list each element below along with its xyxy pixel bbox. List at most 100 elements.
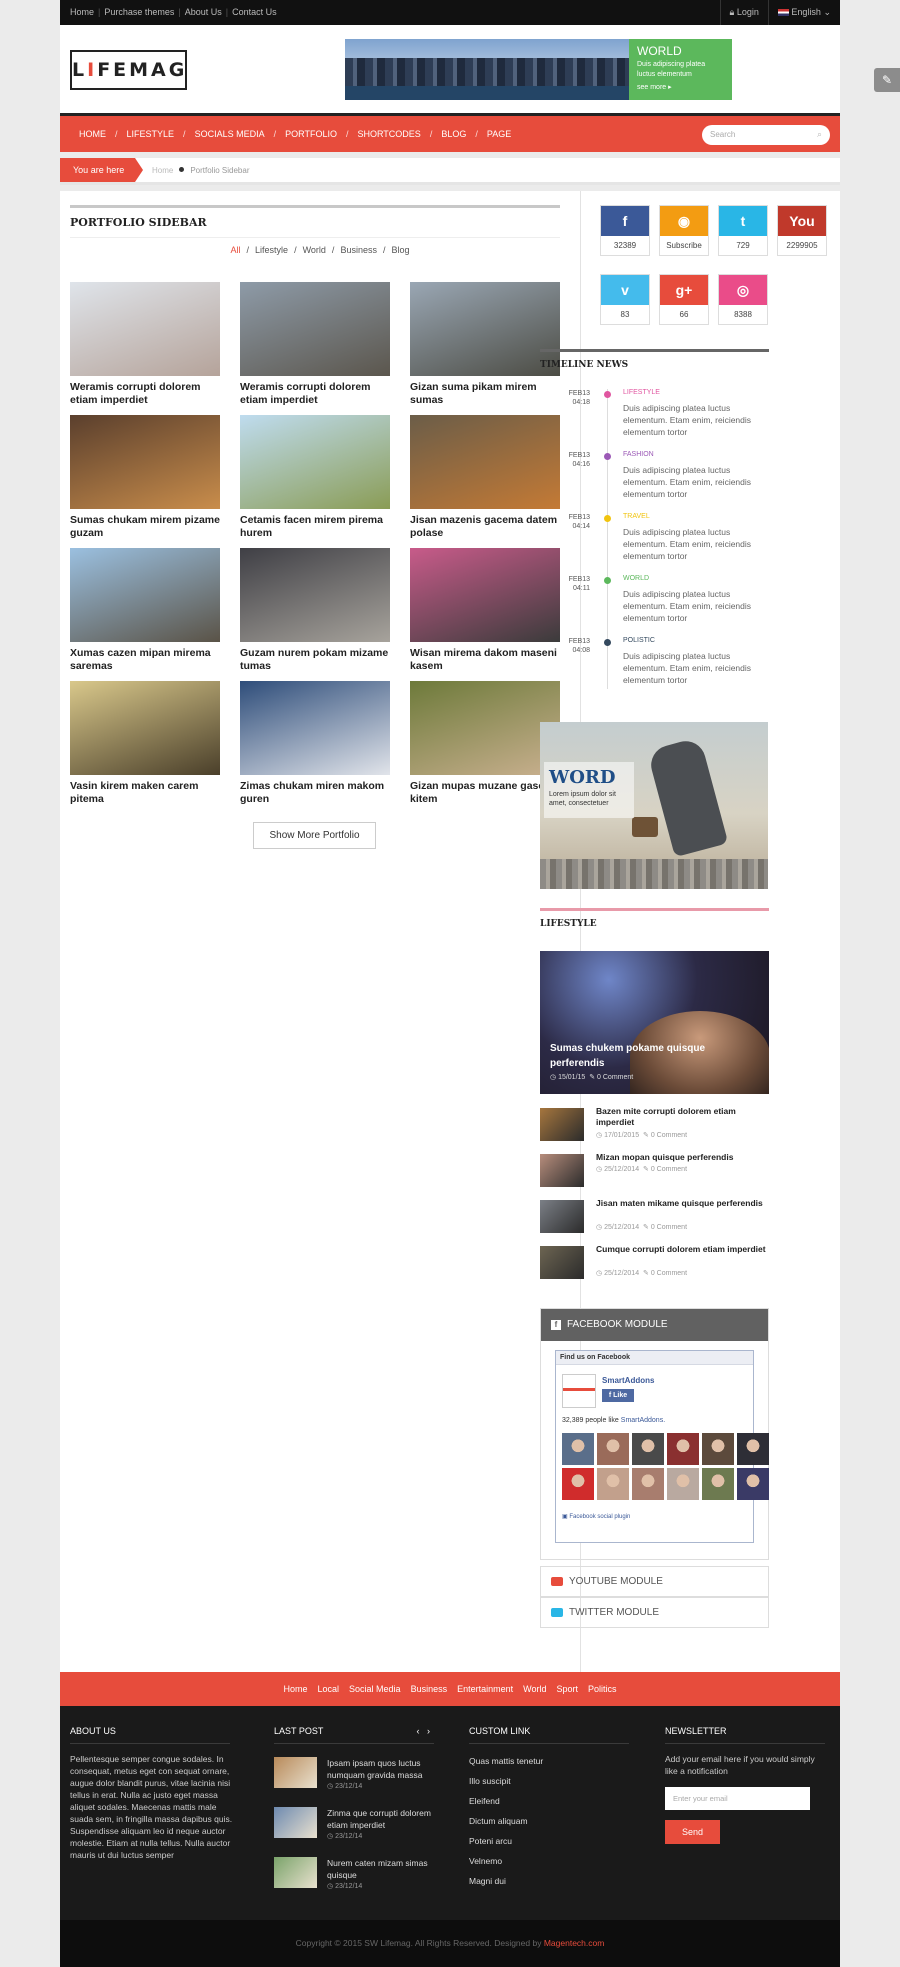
portfolio-filter[interactable]: All xyxy=(231,245,241,255)
timeline-item[interactable]: FEB13 04:11 WORLD Duis adipiscing platea lu… xyxy=(540,575,769,637)
top-link[interactable]: Purchase themes xyxy=(104,7,174,17)
portfolio-filter[interactable]: Lifestyle xyxy=(255,245,288,255)
nav-item[interactable]: LIFESTYLE xyxy=(118,129,184,139)
footer-nav-link[interactable]: Sport xyxy=(556,1684,578,1694)
portfolio-item[interactable]: Weramis corrupti dolorem etiam imperdiet xyxy=(240,282,390,406)
portfolio-image[interactable] xyxy=(410,415,560,509)
language-selector[interactable]: English ⌄ xyxy=(767,0,840,25)
settings-tool-icon[interactable]: ✎ xyxy=(874,68,900,92)
portfolio-item[interactable]: Guzam nurem pokam mizame tumas xyxy=(240,548,390,672)
facebook-fan-avatar[interactable] xyxy=(597,1468,629,1500)
portfolio-image[interactable] xyxy=(240,282,390,376)
nav-item[interactable]: PORTFOLIO xyxy=(276,117,346,139)
site-logo[interactable]: LIFEMAG xyxy=(70,50,187,90)
nav-item[interactable]: BLOG xyxy=(432,129,475,139)
word-advert[interactable]: WORD Lorem ipsum dolor sit amet, consect… xyxy=(540,722,768,889)
portfolio-image[interactable] xyxy=(70,681,220,775)
custom-link[interactable]: Poteni arcu xyxy=(469,1831,629,1851)
custom-link[interactable]: Dictum aliquam xyxy=(469,1811,629,1831)
search-input[interactable]: Search ⌕ xyxy=(702,125,830,145)
search-icon[interactable]: ⌕ xyxy=(817,129,822,140)
lifestyle-item-title[interactable]: Cumque corrupti dolorem etiam imperdiet xyxy=(596,1244,766,1255)
portfolio-caption[interactable]: Zimas chukam miren makom guren xyxy=(240,780,390,805)
facebook-page-name[interactable]: SmartAddons xyxy=(602,1376,654,1385)
portfolio-item[interactable]: Gizan suma pikam mirem sumas xyxy=(410,282,560,406)
portfolio-image[interactable] xyxy=(240,681,390,775)
portfolio-image[interactable] xyxy=(70,282,220,376)
header-banner[interactable]: WORLD Duis adipiscing platea luctus elem… xyxy=(345,39,732,100)
page-avatar[interactable] xyxy=(562,1374,596,1408)
show-more-button[interactable]: Show More Portfolio xyxy=(253,822,376,849)
portfolio-image[interactable] xyxy=(70,548,220,642)
banner-see-more[interactable]: see more ▸ xyxy=(637,83,724,93)
lifestyle-item-title[interactable]: Jisan maten mikame quisque perferendis xyxy=(596,1198,766,1209)
nav-item[interactable]: SOCIALS MEDIA xyxy=(186,129,274,139)
portfolio-caption[interactable]: Weramis corrupti dolorem etiam imperdiet xyxy=(240,381,390,406)
portfolio-image[interactable] xyxy=(410,681,560,775)
facebook-plugin-link[interactable]: ▣ Facebook social plugin xyxy=(562,1513,630,1520)
timeline-text[interactable]: Duis adipiscing platea luctus elementum.… xyxy=(623,650,763,686)
portfolio-item[interactable]: Wisan mirema dakom maseni kasem xyxy=(410,548,560,672)
custom-link[interactable]: Illo suscipit xyxy=(469,1771,629,1791)
portfolio-caption[interactable]: Weramis corrupti dolorem etiam imperdiet xyxy=(70,381,220,406)
top-link[interactable]: About Us xyxy=(185,7,222,17)
lifestyle-thumb[interactable] xyxy=(540,1200,584,1233)
last-post-thumb[interactable] xyxy=(274,1757,317,1788)
lifestyle-item[interactable]: Cumque corrupti dolorem etiam imperdiet ◷… xyxy=(540,1244,769,1284)
timeline-category[interactable]: FASHION xyxy=(623,451,654,458)
timeline-text[interactable]: Duis adipiscing platea luctus elementum.… xyxy=(623,526,763,562)
facebook-fan-avatar[interactable] xyxy=(702,1468,734,1500)
social-counter[interactable]: t 729 xyxy=(718,205,768,256)
footer-nav-link[interactable]: Social Media xyxy=(349,1684,401,1694)
portfolio-item[interactable]: Vasin kirem maken carem pitema xyxy=(70,681,220,805)
last-post-item[interactable]: Zinma que corrupti dolorem etiam imperdi… xyxy=(274,1807,434,1845)
last-post-thumb[interactable] xyxy=(274,1857,317,1888)
login-link[interactable]: 🔒︎ Login xyxy=(719,0,768,25)
timeline-item[interactable]: FEB13 04:08 POLISTIC Duis adipiscing platea… xyxy=(540,637,769,699)
nav-item[interactable]: HOME xyxy=(70,129,115,139)
portfolio-item[interactable]: Jisan mazenis gacema datem polase xyxy=(410,415,560,539)
top-link[interactable]: Home xyxy=(70,7,94,17)
portfolio-filter[interactable]: Business xyxy=(340,245,377,255)
portfolio-image[interactable] xyxy=(410,548,560,642)
portfolio-caption[interactable]: Wisan mirema dakom maseni kasem xyxy=(410,647,560,672)
facebook-fan-avatar[interactable] xyxy=(667,1433,699,1465)
portfolio-item[interactable]: Sumas chukam mirem pizame guzam xyxy=(70,415,220,539)
portfolio-caption[interactable]: Gizan suma pikam mirem sumas xyxy=(410,381,560,406)
lifestyle-thumb[interactable] xyxy=(540,1108,584,1141)
lifestyle-thumb[interactable] xyxy=(540,1246,584,1279)
facebook-fan-avatar[interactable] xyxy=(737,1468,769,1500)
lifestyle-item[interactable]: Mizan mopan quisque perferendis ◷ 25/12/2… xyxy=(540,1152,769,1192)
facebook-fan-avatar[interactable] xyxy=(562,1433,594,1465)
lifestyle-item[interactable]: Jisan maten mikame quisque perferendis ◷ … xyxy=(540,1198,769,1238)
portfolio-image[interactable] xyxy=(410,282,560,376)
next-arrow-icon[interactable]: › xyxy=(427,1726,430,1736)
last-post-thumb[interactable] xyxy=(274,1807,317,1838)
social-counter[interactable]: ◉ Subscribe xyxy=(659,205,709,256)
facebook-fan-avatar[interactable] xyxy=(562,1468,594,1500)
facebook-module-header[interactable]: f FACEBOOK MODULE xyxy=(541,1309,768,1341)
twitter-module[interactable]: TWITTER MODULE xyxy=(540,1597,769,1628)
portfolio-item[interactable]: Cetamis facen mirem pirema hurem xyxy=(240,415,390,539)
facebook-fan-avatar[interactable] xyxy=(737,1433,769,1465)
facebook-like-button[interactable]: f Like xyxy=(602,1389,634,1402)
custom-link[interactable]: Magni dui xyxy=(469,1871,629,1891)
newsletter-email-input[interactable]: Enter your email xyxy=(665,1787,810,1810)
timeline-text[interactable]: Duis adipiscing platea luctus elementum.… xyxy=(623,402,763,438)
timeline-item[interactable]: FEB13 04:18 LIFESTYLE Duis adipiscing plate… xyxy=(540,389,769,451)
last-post-title[interactable]: Ipsam ipsam quos luctus numquam gravida … xyxy=(327,1757,433,1781)
portfolio-filter[interactable]: World xyxy=(303,245,326,255)
portfolio-caption[interactable]: Cetamis facen mirem pirema hurem xyxy=(240,514,390,539)
portfolio-caption[interactable]: Vasin kirem maken carem pitema xyxy=(70,780,220,805)
prev-arrow-icon[interactable]: ‹ xyxy=(416,1726,419,1736)
timeline-category[interactable]: WORLD xyxy=(623,575,649,582)
custom-link[interactable]: Quas mattis tenetur xyxy=(469,1751,629,1771)
nav-item[interactable]: PAGE xyxy=(478,129,520,139)
footer-nav-link[interactable]: Politics xyxy=(588,1684,617,1694)
lifestyle-item-title[interactable]: Mizan mopan quisque perferendis xyxy=(596,1152,766,1163)
portfolio-item[interactable]: Zimas chukam miren makom guren xyxy=(240,681,390,805)
designer-link[interactable]: Magentech.com xyxy=(544,1938,604,1948)
timeline-category[interactable]: POLISTIC xyxy=(623,637,655,644)
portfolio-caption[interactable]: Sumas chukam mirem pizame guzam xyxy=(70,514,220,539)
portfolio-caption[interactable]: Xumas cazen mipan mirema saremas xyxy=(70,647,220,672)
